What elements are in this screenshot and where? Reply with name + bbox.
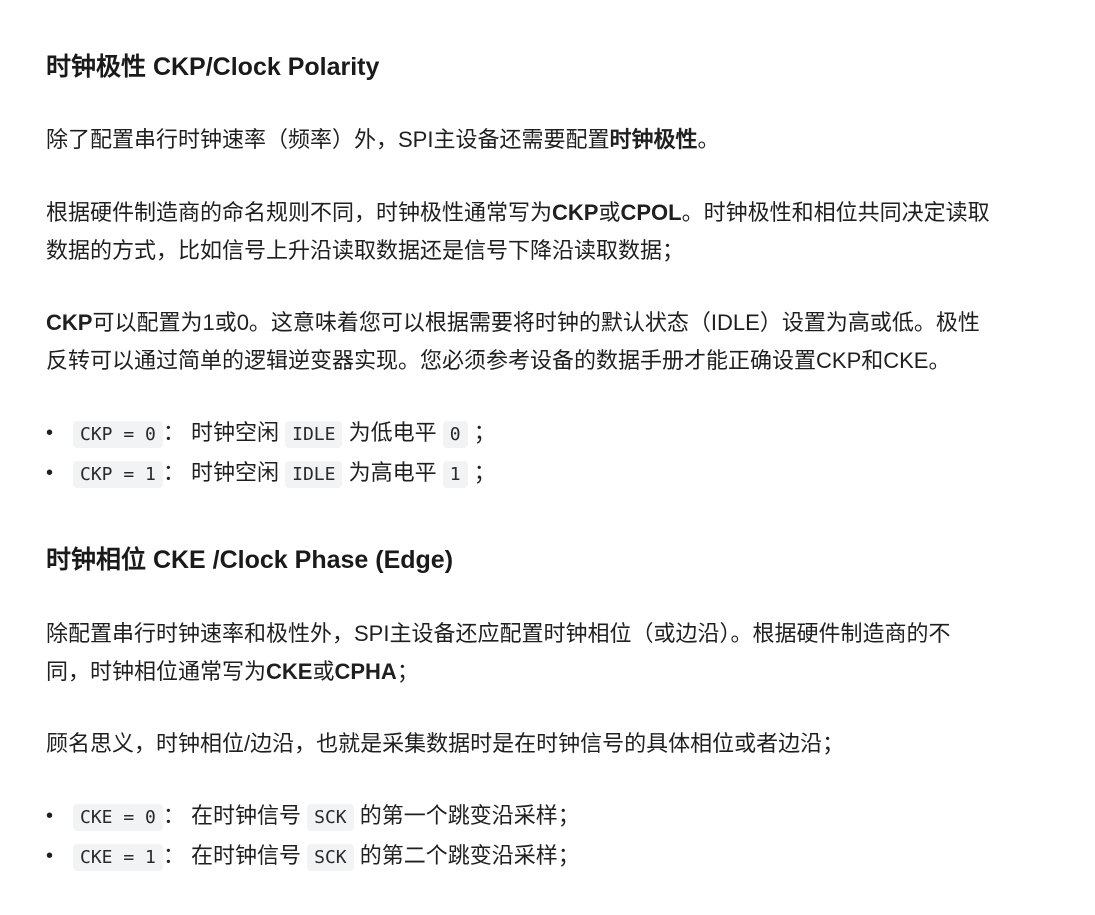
paragraph-text: 除配置串行时钟速率和极性外，SPI主设备还应配置时钟相位（或边沿）。根据硬件制造… bbox=[46, 621, 951, 646]
bold-term-ckp: CKP bbox=[46, 310, 93, 335]
list-item-text: ： 在时钟信号 bbox=[162, 843, 301, 868]
bullet-icon: • bbox=[46, 462, 54, 484]
paragraph-text: 同，时钟相位通常写为 bbox=[46, 659, 267, 684]
inline-code: 1 bbox=[442, 461, 468, 488]
paragraph-text: 。时钟极性和相位共同决定读取 bbox=[681, 200, 990, 225]
paragraph-text: 根据硬件制造商的命名规则不同，时钟极性通常写为 bbox=[46, 200, 553, 225]
paragraph-phase-meaning: 顾名思义，时钟相位/边沿，也就是采集数据时是在时钟信号的具体相位或者边沿； bbox=[46, 731, 845, 756]
inline-code: CKE = 0 bbox=[73, 804, 163, 831]
list-item-text: 的第一个跳变沿采样； bbox=[359, 803, 580, 828]
bold-term-polarity: 时钟极性 bbox=[609, 127, 698, 152]
inline-code: CKE = 1 bbox=[73, 844, 163, 871]
paragraph-ckp-config: CKP可以配置为1或0。这意味着您可以根据需要将时钟的默认状态（IDLE）设置为… bbox=[46, 304, 980, 380]
bold-term-cpha: CPHA bbox=[334, 659, 397, 684]
cke-values-list: • CKE = 0： 在时钟信号 SCK 的第一个跳变沿采样； • CKE = 1：… bbox=[46, 797, 580, 877]
list-item-text: 的第二个跳变沿采样； bbox=[359, 843, 580, 868]
paragraph-polarity-intro: 除了配置串行时钟速率（频率）外，SPI主设备还需要配置时钟极性。 bbox=[46, 121, 720, 159]
paragraph-text: 或 bbox=[598, 200, 621, 225]
bullet-icon: • bbox=[46, 845, 54, 867]
list-item: • CKE = 1： 在时钟信号 SCK 的第二个跳变沿采样； bbox=[46, 837, 580, 877]
bold-term-cpol: CPOL bbox=[620, 200, 682, 225]
bold-term-ckp: CKP bbox=[552, 200, 599, 225]
paragraph-text: 数据的方式，比如信号上升沿读取数据还是信号下降沿读取数据； bbox=[46, 238, 685, 263]
bold-term-cke: CKE bbox=[266, 659, 313, 684]
list-item-text: ： 时钟空闲 bbox=[162, 460, 279, 485]
list-item-text: ： 在时钟信号 bbox=[162, 803, 301, 828]
inline-code: IDLE bbox=[285, 421, 343, 448]
paragraph-text: 。 bbox=[697, 127, 720, 152]
list-item-text: 为高电平 bbox=[348, 460, 437, 485]
list-item: • CKE = 0： 在时钟信号 SCK 的第一个跳变沿采样； bbox=[46, 797, 580, 837]
list-item: • CKP = 0： 时钟空闲 IDLE 为低电平 0 ； bbox=[46, 414, 496, 454]
list-item-text: 为低电平 bbox=[348, 420, 437, 445]
paragraph-text: ； bbox=[396, 659, 419, 684]
list-item-text: ； bbox=[473, 460, 496, 485]
list-item: • CKP = 1： 时钟空闲 IDLE 为高电平 1 ； bbox=[46, 454, 496, 494]
paragraph-text: 或 bbox=[312, 659, 335, 684]
paragraph-text: 可以配置为1或0。这意味着您可以根据需要将时钟的默认状态（IDLE）设置为高或低… bbox=[92, 310, 980, 335]
bullet-icon: • bbox=[46, 805, 54, 827]
inline-code: SCK bbox=[307, 804, 354, 831]
ckp-values-list: • CKP = 0： 时钟空闲 IDLE 为低电平 0 ； • CKP = 1： 时… bbox=[46, 414, 496, 494]
inline-code: 0 bbox=[442, 421, 468, 448]
paragraph-text: 除了配置串行时钟速率（频率）外，SPI主设备还需要配置 bbox=[46, 127, 610, 152]
paragraph-polarity-naming: 根据硬件制造商的命名规则不同，时钟极性通常写为CKP或CPOL。时钟极性和相位共… bbox=[46, 194, 990, 270]
list-item-text: ； bbox=[473, 420, 496, 445]
inline-code: SCK bbox=[307, 844, 354, 871]
list-item-text: ： 时钟空闲 bbox=[162, 420, 279, 445]
inline-code: CKP = 1 bbox=[73, 461, 163, 488]
inline-code: CKP = 0 bbox=[73, 421, 163, 448]
paragraph-phase-intro: 除配置串行时钟速率和极性外，SPI主设备还应配置时钟相位（或边沿）。根据硬件制造… bbox=[46, 615, 950, 691]
section-heading-clock-phase: 时钟相位 CKE /Clock Phase (Edge) bbox=[46, 546, 454, 574]
inline-code: IDLE bbox=[285, 461, 343, 488]
section-heading-clock-polarity: 时钟极性 CKP/Clock Polarity bbox=[46, 53, 380, 81]
paragraph-text: 反转可以通过简单的逻辑逆变器实现。您必须参考设备的数据手册才能正确设置CKP和C… bbox=[46, 348, 951, 373]
bullet-icon: • bbox=[46, 422, 54, 444]
